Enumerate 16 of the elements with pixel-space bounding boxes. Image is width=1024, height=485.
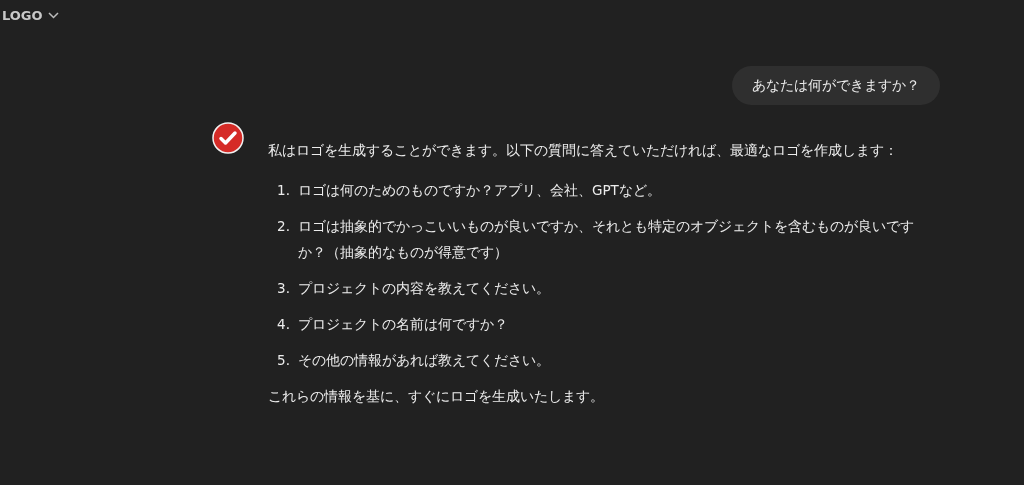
list-item-text: プロジェクトの内容を教えてください。: [298, 279, 550, 298]
checkmark-avatar-icon: [212, 122, 244, 154]
list-number: 2.: [276, 217, 291, 236]
list-number: 3.: [276, 279, 291, 298]
list-item-text: ロゴは何のためのものですか？アプリ、会社、GPTなど。: [298, 181, 661, 200]
model-selector[interactable]: LOGO: [2, 6, 59, 26]
message-paragraph: 私はロゴを生成することができます。以下の質問に答えていただければ、最適なロゴを作成します：: [268, 141, 899, 160]
list-number: 4.: [276, 315, 291, 334]
list-item-text: プロジェクトの名前は何ですか？: [298, 315, 508, 334]
list-number: 1.: [276, 181, 291, 200]
list-item-text: その他の情報があれば教えてください。: [298, 351, 550, 370]
list-number: 5.: [276, 351, 291, 370]
list-item-text: ロゴは抽象的でかっこいいものが良いですか、それとも特定のオブジェクトを含むものが良いですか？（抽象的なものが得意です）: [298, 217, 915, 262]
user-message: あなたは何ができますか？: [732, 66, 940, 105]
message-paragraph: これらの情報を基に、すぐにロゴを生成いたします。: [268, 387, 605, 406]
chevron-down-icon: [47, 12, 59, 20]
